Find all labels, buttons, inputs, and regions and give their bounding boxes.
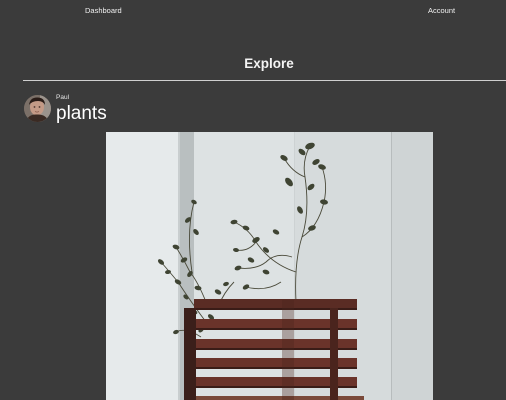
avatar-image <box>24 95 51 122</box>
title-divider <box>23 80 506 81</box>
nav-dashboard-link[interactable]: Dashboard <box>85 7 122 15</box>
avatar[interactable] <box>24 95 51 122</box>
potted-plant-photo <box>106 132 433 400</box>
post-title: plants <box>56 103 107 124</box>
top-navigation: Dashboard Account <box>0 0 506 22</box>
nav-account-link[interactable]: Account <box>428 7 455 15</box>
explore-page: Dashboard Account Explore Paul plants <box>0 0 506 400</box>
page-title: Explore <box>244 56 294 71</box>
post-image[interactable] <box>106 132 433 400</box>
post-author[interactable]: Paul <box>56 94 69 102</box>
